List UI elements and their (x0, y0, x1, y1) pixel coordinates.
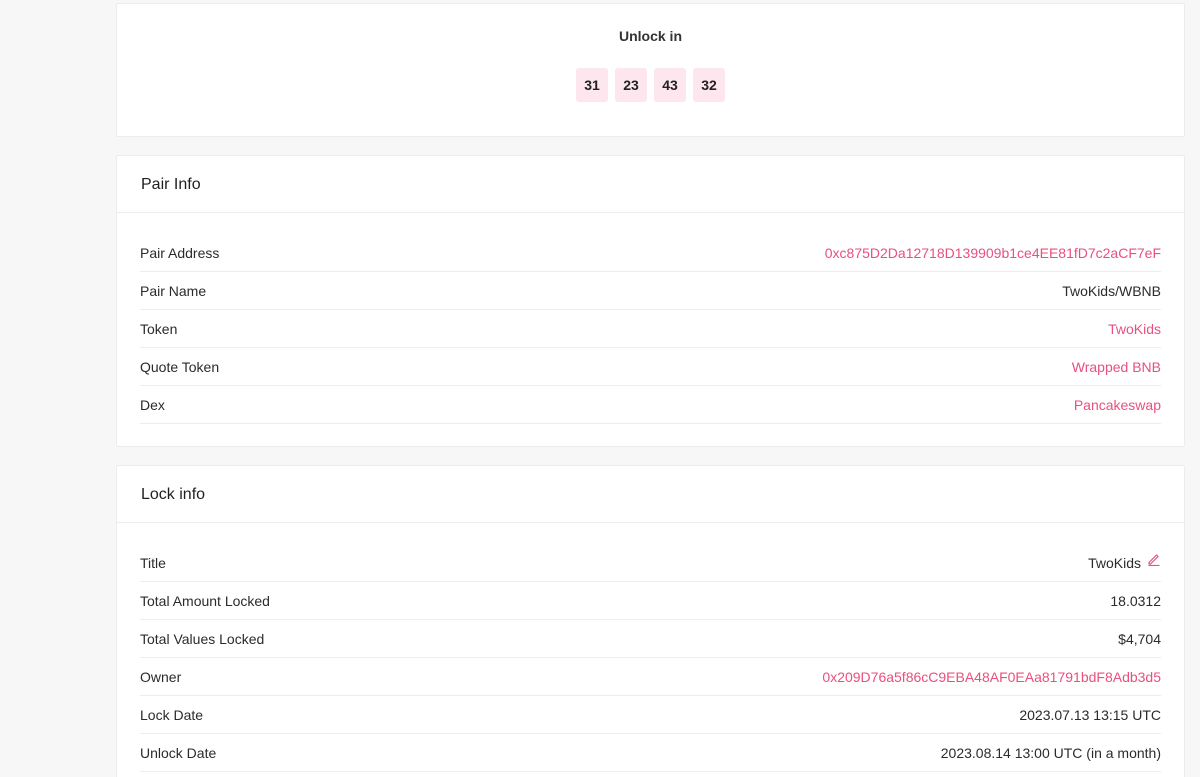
countdown-card: Unlock in 31 23 43 32 (116, 3, 1185, 137)
total-values-row: Total Values Locked $4,704 (140, 620, 1161, 658)
total-amount-value: 18.0312 (1110, 592, 1161, 609)
owner-link[interactable]: 0x209D76a5f86cC9EBA48AF0EAa81791bdF8Adb3… (822, 669, 1161, 685)
pair-name-row: Pair Name TwoKids/WBNB (140, 272, 1161, 310)
unlock-date-label: Unlock Date (140, 744, 217, 761)
countdown-minutes: 43 (654, 68, 686, 102)
pair-name-value: TwoKids/WBNB (1062, 282, 1161, 299)
countdown-days: 31 (576, 68, 608, 102)
title-label: Title (140, 554, 166, 571)
quote-token-row: Quote Token Wrapped BNB (140, 348, 1161, 386)
lock-info-card: Lock info Title TwoKids Total Amount Loc… (116, 465, 1185, 777)
dex-link[interactable]: Pancakeswap (1074, 397, 1161, 413)
pair-address-link[interactable]: 0xc875D2Da12718D139909b1ce4EE81fD7c2aCF7… (825, 245, 1161, 261)
owner-label: Owner (140, 668, 182, 685)
title-row: Title TwoKids (140, 544, 1161, 582)
dex-label: Dex (140, 396, 165, 413)
lock-date-row: Lock Date 2023.07.13 13:15 UTC (140, 696, 1161, 734)
pair-info-title: Pair Info (117, 156, 1184, 213)
unlock-date-value: 2023.08.14 13:00 UTC (in a month) (940, 744, 1161, 761)
token-link[interactable]: TwoKids (1108, 321, 1161, 337)
countdown-seconds: 32 (693, 68, 725, 102)
countdown-hours: 23 (615, 68, 647, 102)
pair-info-card: Pair Info Pair Address 0xc875D2Da12718D1… (116, 155, 1185, 447)
countdown-timer: 31 23 43 32 (117, 68, 1184, 102)
pair-address-row: Pair Address 0xc875D2Da12718D139909b1ce4… (140, 234, 1161, 272)
pencil-icon[interactable] (1147, 552, 1161, 566)
total-values-value: $4,704 (1118, 630, 1161, 647)
total-amount-label: Total Amount Locked (140, 592, 270, 609)
token-row: Token TwoKids (140, 310, 1161, 348)
title-value: TwoKids (1088, 554, 1141, 571)
pair-address-label: Pair Address (140, 244, 220, 261)
unlock-in-label: Unlock in (618, 28, 682, 44)
title-value-group: TwoKids (1088, 552, 1161, 571)
token-label: Token (140, 320, 178, 337)
total-amount-row: Total Amount Locked 18.0312 (140, 582, 1161, 620)
pair-name-label: Pair Name (140, 282, 207, 299)
dex-row: Dex Pancakeswap (140, 386, 1161, 424)
unlock-date-row: Unlock Date 2023.08.14 13:00 UTC (in a m… (140, 734, 1161, 772)
lock-date-label: Lock Date (140, 706, 204, 723)
quote-token-link[interactable]: Wrapped BNB (1072, 359, 1161, 375)
owner-row: Owner 0x209D76a5f86cC9EBA48AF0EAa81791bd… (140, 658, 1161, 696)
total-values-label: Total Values Locked (140, 630, 265, 647)
lock-info-title: Lock info (117, 466, 1184, 523)
lock-date-value: 2023.07.13 13:15 UTC (1019, 706, 1161, 723)
quote-token-label: Quote Token (140, 358, 220, 375)
